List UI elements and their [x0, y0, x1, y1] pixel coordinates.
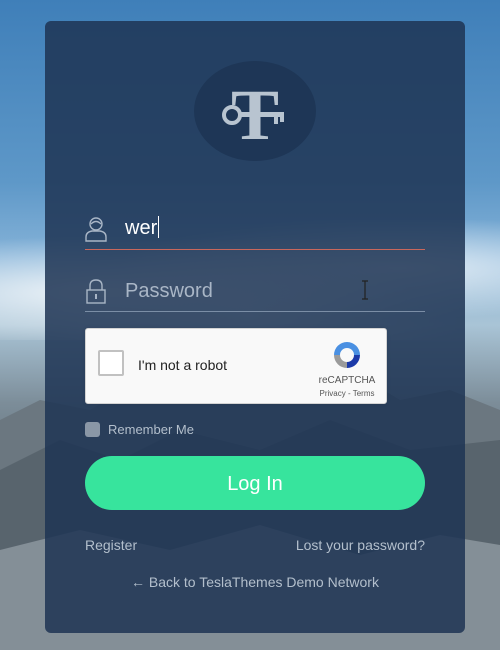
text-caret — [158, 216, 160, 238]
recaptcha-logo-icon — [334, 342, 360, 368]
password-input[interactable] — [123, 275, 417, 307]
text-cursor-icon — [362, 280, 368, 300]
remember-me-label[interactable]: Remember Me — [108, 422, 194, 437]
remember-me-checkbox[interactable] — [85, 422, 100, 437]
register-link[interactable]: Register — [85, 537, 137, 553]
site-logo[interactable]: T — [194, 61, 316, 161]
back-to-network-link[interactable]: ← Back to TeslaThemes Demo Network — [45, 574, 465, 590]
recaptcha-widget: I'm not a robot reCAPTCHA Privacy - Term… — [85, 328, 387, 404]
recaptcha-label: I'm not a robot — [138, 357, 228, 373]
username-input[interactable]: wer — [125, 216, 160, 240]
user-icon — [85, 217, 107, 242]
recaptcha-privacy-terms-link[interactable]: Privacy - Terms — [314, 389, 380, 398]
login-panel: T wer I'm not a robot reCAPTCHA Privacy … — [45, 21, 465, 633]
username-field[interactable]: wer — [85, 209, 425, 250]
recaptcha-checkbox[interactable] — [98, 350, 124, 376]
password-field[interactable] — [85, 271, 425, 312]
login-button[interactable]: Log In — [85, 456, 425, 510]
lost-password-link[interactable]: Lost your password? — [296, 537, 425, 553]
recaptcha-brand: reCAPTCHA — [318, 375, 376, 386]
key-logo-icon: T — [222, 75, 284, 155]
lock-icon — [86, 279, 106, 304]
